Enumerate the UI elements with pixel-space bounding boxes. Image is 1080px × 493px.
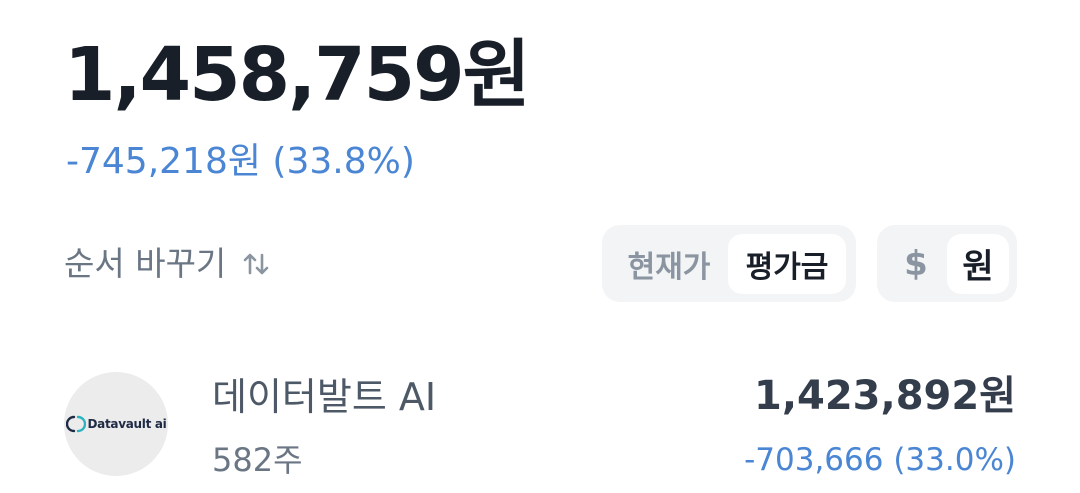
sort-arrows-icon [240, 248, 272, 280]
total-change: -745,218원 (33.8%) [66, 141, 415, 182]
stock-value: 1,423,892원 [753, 373, 1016, 419]
datavault-mark-icon [65, 415, 86, 433]
logo-text: Datavault ai [87, 417, 167, 431]
sort-label: 순서 바꾸기 [64, 244, 227, 283]
stock-name: 데이터발트 AI [212, 375, 437, 419]
total-value: 1,458,759원 [64, 32, 531, 118]
currency-krw-option[interactable]: 원 [947, 233, 1009, 294]
price-type-toggle: 현재가 평가금 [602, 225, 856, 302]
currency-usd-option[interactable]: $ [885, 234, 947, 294]
company-logo: Datavault ai [64, 372, 168, 476]
currency-toggle: $ 원 [877, 225, 1017, 302]
stock-quantity: 582주 [212, 441, 303, 479]
sort-order-button[interactable]: 순서 바꾸기 [64, 242, 272, 286]
valuation-option[interactable]: 평가금 [728, 233, 846, 294]
stock-change: -703,666 (33.0%) [744, 442, 1016, 478]
holding-row[interactable]: Datavault ai 데이터발트 AI 582주 1,423,892원 -7… [0, 360, 1080, 493]
current-price-option[interactable]: 현재가 [610, 234, 728, 294]
